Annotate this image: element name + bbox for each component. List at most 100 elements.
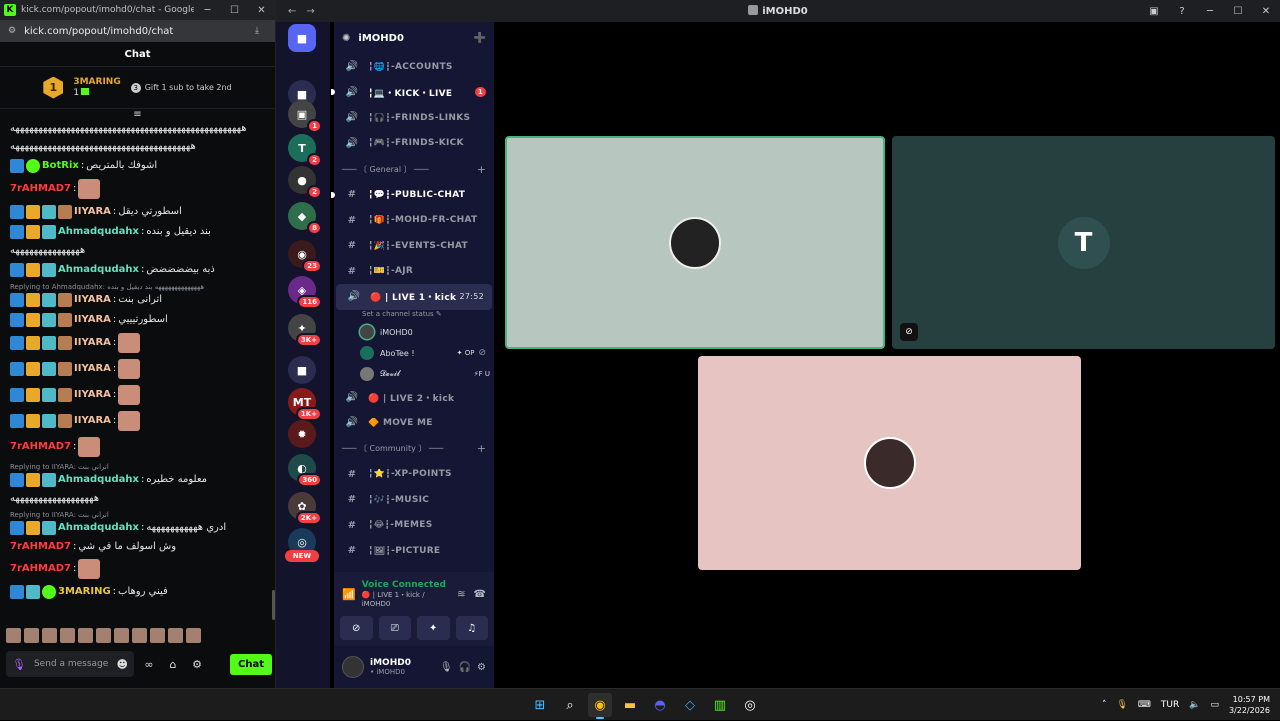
app-icon[interactable]: ▥ bbox=[708, 693, 732, 717]
chat-username[interactable]: IIYARA bbox=[74, 294, 111, 306]
channel-item[interactable]: 🔊 ╏💻・KICK・LIVE 1 bbox=[331, 80, 494, 106]
chat-username[interactable]: IIYARA bbox=[74, 337, 111, 349]
voice-connected-channel[interactable]: 🔴 | LIVE 1・kick / iMOHD0 bbox=[362, 590, 449, 608]
server-icon[interactable]: ■ bbox=[288, 24, 316, 52]
add-channel-icon[interactable]: + bbox=[477, 442, 486, 455]
server-icon[interactable]: ◉ 23 bbox=[288, 240, 322, 273]
maximize-icon[interactable]: ☐ bbox=[1224, 6, 1252, 17]
chat-message[interactable]: Ahmadqudahx: ذبه بيضضضضض bbox=[10, 263, 262, 277]
emote[interactable] bbox=[186, 628, 201, 643]
emote[interactable] bbox=[118, 359, 141, 379]
channel-status[interactable]: Set a channel status ✎ bbox=[334, 310, 494, 322]
clock[interactable]: 10:57 PM 3/22/2026 bbox=[1229, 694, 1270, 716]
chat-message[interactable]: 7rAHMAD7: bbox=[10, 437, 262, 457]
category-community[interactable]: ─── 〔 Community 〕 ─── + bbox=[334, 436, 494, 462]
obs-icon[interactable]: ◎ bbox=[738, 693, 762, 717]
server-header[interactable]: ✺ iMOHD0 ➕ bbox=[334, 22, 494, 54]
chat-username[interactable]: Ahmadqudahx bbox=[58, 474, 139, 486]
start-icon[interactable]: ⊞ bbox=[528, 693, 552, 717]
site-info-icon[interactable]: ⚙ bbox=[8, 26, 16, 36]
emote[interactable] bbox=[96, 628, 111, 643]
server-icon[interactable]: ■ bbox=[288, 356, 316, 384]
chat-message[interactable]: هههههههههههههههههههههههههههههههههههههههه… bbox=[10, 123, 262, 135]
channel-item[interactable]: # ╏💬┇-PUBLIC-CHAT bbox=[331, 182, 494, 208]
chat-username[interactable]: 7rAHMAD7 bbox=[10, 563, 71, 575]
voice-user[interactable]: iMOHD0 bbox=[334, 322, 494, 343]
voice-user[interactable]: AboTee ! ✦ OP ⊘ bbox=[334, 343, 494, 364]
chat-message[interactable]: IIYARA: bbox=[10, 385, 262, 405]
channel-item[interactable]: # ╏🎫┇-AJR bbox=[334, 259, 494, 285]
back-forward-icon[interactable]: ←→ bbox=[276, 6, 336, 17]
emoji-icon[interactable]: ☻ bbox=[117, 658, 128, 671]
invite-icon[interactable]: ➕ bbox=[474, 33, 486, 44]
chat-filter-icon[interactable]: ≡ bbox=[0, 109, 275, 121]
emote[interactable] bbox=[78, 559, 101, 579]
channel-item[interactable]: # ╏⭐┇-XP-POINTS bbox=[334, 462, 494, 488]
emote[interactable] bbox=[132, 628, 147, 643]
inbox-icon[interactable]: ▣ bbox=[1140, 6, 1168, 17]
emote[interactable] bbox=[42, 628, 57, 643]
chat-username[interactable]: Ahmadqudahx bbox=[58, 226, 139, 238]
reply-context[interactable]: Replying to IIYARA: اتراني بنت bbox=[10, 463, 262, 471]
headphones-icon[interactable]: 🎧 bbox=[459, 662, 471, 673]
channel-item[interactable]: 🔊 🔶 MOVE ME bbox=[334, 410, 494, 436]
chat-username[interactable]: IIYARA bbox=[74, 206, 111, 218]
emote[interactable] bbox=[118, 411, 141, 431]
chat-username[interactable]: IIYARA bbox=[74, 363, 111, 375]
chat-message[interactable]: Ahmadqudahx: ادري هههههههههههه bbox=[10, 521, 262, 535]
search-icon[interactable]: ⌕ bbox=[558, 693, 582, 717]
top-gifter[interactable]: 3MARING 1 bbox=[73, 77, 120, 98]
chat-message[interactable]: IIYARA: اترانى بنت bbox=[10, 293, 262, 307]
chat-username[interactable]: Ahmadqudahx bbox=[58, 264, 139, 276]
voice-tile-imohd0[interactable] bbox=[505, 136, 885, 349]
avatar[interactable] bbox=[342, 656, 364, 678]
chat-message[interactable]: IIYARA: bbox=[10, 333, 262, 353]
chat-message[interactable]: 7rAHMAD7: وش اسولف ما في شي bbox=[10, 541, 262, 553]
settings-icon[interactable]: ⚙ bbox=[477, 662, 486, 673]
channel-item[interactable]: 🔊 ╏🌐┇-ACCOUNTS bbox=[334, 54, 494, 80]
server-icon[interactable]: T2 bbox=[288, 134, 322, 167]
chat-message[interactable]: IIYARA: اسطورتيييي bbox=[10, 313, 262, 327]
emote[interactable] bbox=[78, 179, 101, 199]
chat-username[interactable]: 3MARING bbox=[58, 586, 111, 598]
close-icon[interactable]: ✕ bbox=[248, 5, 275, 16]
voice-channel-live1[interactable]: 🔊 🔴 | LIVE 1・kick 27:52 bbox=[336, 284, 492, 310]
emote[interactable] bbox=[150, 628, 165, 643]
server-icon[interactable]: ✦ 3K+ bbox=[288, 314, 322, 347]
activities-icon[interactable]: ✦ bbox=[417, 616, 450, 640]
server-icon[interactable]: ✹ bbox=[288, 420, 316, 448]
microphone-icon[interactable]: 🎙 bbox=[12, 658, 26, 671]
close-icon[interactable]: ✕ bbox=[1252, 6, 1280, 17]
channel-item[interactable]: # ╏🖼┇-PICTURE bbox=[334, 538, 494, 564]
emote[interactable] bbox=[118, 385, 141, 405]
server-icon[interactable]: MT 1K+ bbox=[288, 388, 322, 421]
chat-message[interactable]: Ahmadqudahx: بند ديقيل و بنده bbox=[10, 225, 262, 239]
channel-item[interactable]: # ╏🎉┇-EVENTS-CHAT bbox=[334, 233, 494, 259]
server-icon[interactable]: ◐ 360 bbox=[288, 454, 322, 487]
emote[interactable] bbox=[24, 628, 39, 643]
channel-item[interactable]: # ╏😂┇-MEMES bbox=[334, 513, 494, 539]
channel-item[interactable]: 🔊 🔴 | LIVE 2・kick bbox=[334, 385, 494, 411]
emote[interactable] bbox=[114, 628, 129, 643]
screen-share-icon[interactable]: ⎚ bbox=[378, 616, 411, 640]
chat-message[interactable]: هههههههههههههههه bbox=[10, 245, 262, 257]
send-chat-button[interactable]: Chat bbox=[230, 653, 272, 675]
voice-user[interactable]: 𝓓𝓮𝓿𝓲𝓵 ⚡F U bbox=[334, 364, 494, 385]
keyboard-icon[interactable]: ⌨ bbox=[1138, 700, 1151, 710]
server-icon[interactable]: ✿ 2K+ bbox=[288, 492, 322, 525]
chat-message[interactable]: 7rAHMAD7: bbox=[10, 559, 262, 579]
chat-username[interactable]: IIYARA bbox=[74, 314, 111, 326]
gift-sub-prompt[interactable]: 3 Gift 1 sub to take 2nd bbox=[130, 82, 232, 93]
address-bar[interactable]: ⚙ kick.com/popout/imohd0/chat ⤓ bbox=[0, 20, 275, 42]
file-explorer-icon[interactable]: ▬ bbox=[618, 693, 642, 717]
reply-context[interactable]: Replying to Ahmadqudahx: ههههههههههههههه… bbox=[10, 283, 262, 291]
chat-message[interactable]: IIYARA: اسطورتي ديقل bbox=[10, 205, 262, 219]
microphone-icon[interactable]: 🎙 bbox=[440, 662, 453, 673]
chat-message[interactable]: ههههههههههههههههههه bbox=[10, 493, 262, 505]
channel-item[interactable]: 🔊 ╏🎧┇-FRINDS-LINKS bbox=[334, 105, 494, 131]
noise-suppression-icon[interactable]: ≋ bbox=[457, 589, 465, 600]
chat-scrollbar[interactable] bbox=[272, 590, 275, 620]
chat-message[interactable]: 3MARING: فيني روهاب bbox=[10, 585, 262, 599]
chat-username[interactable]: BotRix bbox=[42, 160, 79, 172]
emote[interactable] bbox=[168, 628, 183, 643]
